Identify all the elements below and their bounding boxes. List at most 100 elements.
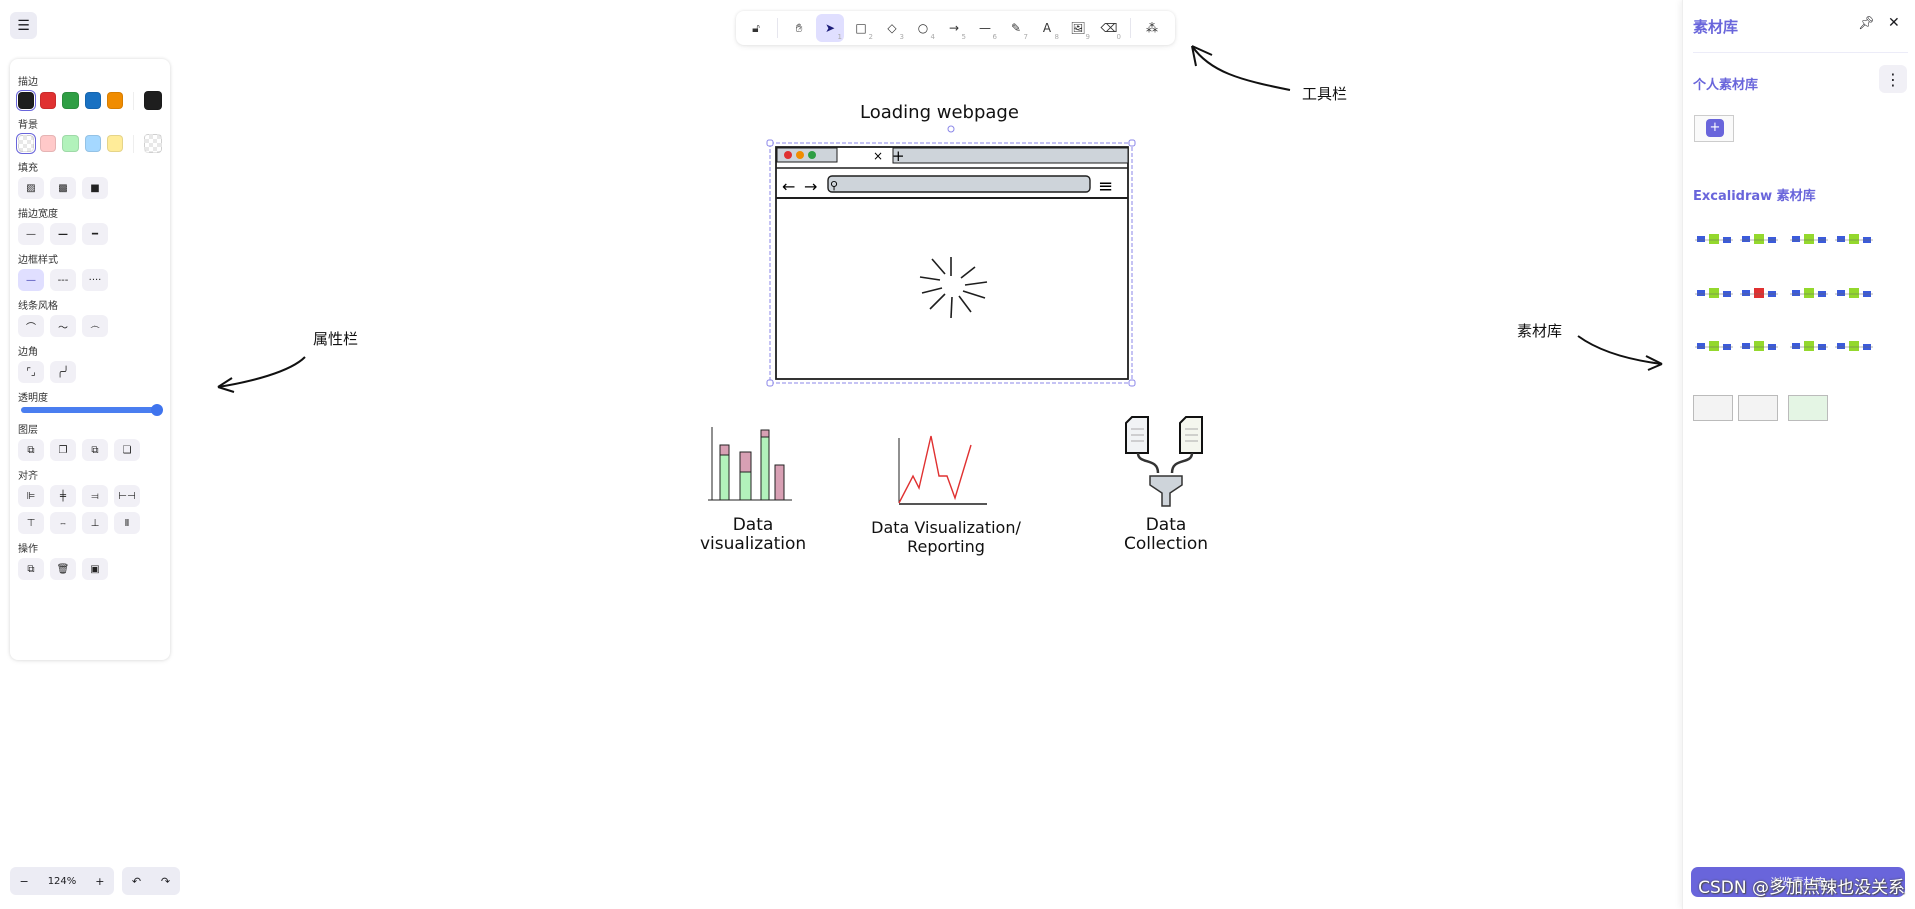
undo-icon[interactable]: ↶	[132, 875, 141, 888]
background-color-swatch[interactable]	[84, 135, 101, 152]
edges-sharp-button[interactable]: ⌜⌟	[18, 361, 44, 383]
tool-text[interactable]: A8	[1033, 14, 1061, 42]
stroke-bold-button[interactable]: —	[50, 223, 76, 245]
annotation-library[interactable]: 素材库	[1517, 320, 1562, 341]
stroke-color-swatch[interactable]	[84, 92, 101, 109]
current-background-color[interactable]	[143, 134, 162, 153]
opacity-slider-handle[interactable]	[151, 404, 163, 416]
library-item[interactable]	[1788, 395, 1830, 421]
tool-arrow[interactable]: → 5	[940, 14, 968, 42]
library-item[interactable]	[1738, 228, 1780, 254]
eraser-icon: ⌫	[1100, 21, 1118, 35]
send-backward-button[interactable]: ❐	[50, 439, 76, 461]
library-item[interactable]	[1693, 335, 1735, 361]
stroke-thin-button[interactable]: —	[18, 223, 44, 245]
library-item[interactable]	[1738, 395, 1780, 421]
tool-ellipse[interactable]: ○ 4	[909, 14, 937, 42]
personal-library-item[interactable]: +	[1694, 115, 1734, 142]
library-item[interactable]	[1693, 228, 1735, 254]
annotation-properties[interactable]: 属性栏	[313, 328, 358, 349]
library-menu-button[interactable]: ⋮	[1879, 65, 1907, 93]
close-button[interactable]: ✕	[1888, 15, 1900, 31]
library-item[interactable]	[1833, 228, 1875, 254]
zoom-in-button[interactable]: +	[95, 875, 104, 888]
library-item[interactable]	[1693, 282, 1735, 308]
tool-rectangle[interactable]: □ 2	[847, 14, 875, 42]
distribute-v-button[interactable]: Ⅱ	[114, 512, 140, 534]
zoom-level[interactable]: 124%	[48, 876, 77, 887]
pin-button[interactable]: 📌︎	[1858, 16, 1875, 31]
personal-library-title: 个人素材库	[1693, 78, 1759, 93]
line-chart-icon[interactable]	[895, 428, 995, 508]
properties-panel: 描边 背景 填充 ▨ ▩ ■ 描边宽度 — — ━ 边框样式 — --- ···· 线条风格…	[10, 59, 170, 660]
bring-to-front-button[interactable]: ❏	[114, 439, 140, 461]
current-stroke-color[interactable]	[143, 91, 162, 110]
divider	[132, 134, 134, 153]
tool-image[interactable]: 🖼︎ 9	[1064, 14, 1092, 42]
library-item[interactable]	[1738, 282, 1780, 308]
lock-button[interactable]: 🔓︎	[742, 14, 770, 42]
library-item[interactable]	[1738, 335, 1780, 361]
distribute-h-button[interactable]: ⊢⊣	[114, 485, 140, 507]
background-color-swatch[interactable]	[62, 135, 79, 152]
stroke-dashed-button[interactable]: ---	[50, 269, 76, 291]
tool-diamond[interactable]: ◇ 3	[878, 14, 906, 42]
library-item[interactable]	[1833, 335, 1875, 361]
annotation-toolbar[interactable]: 工具栏	[1302, 83, 1347, 104]
library-item[interactable]	[1788, 282, 1830, 308]
sloppiness-architect-button[interactable]: ⌒	[18, 315, 44, 337]
main-menu-button[interactable]: ☰	[10, 12, 37, 39]
library-item[interactable]	[1833, 282, 1875, 308]
extra-tools-button[interactable]: ⁂	[1138, 14, 1166, 42]
stroke-color-swatch[interactable]	[106, 92, 123, 109]
align-label: 对齐	[18, 471, 38, 482]
library-item[interactable]	[1788, 335, 1830, 361]
tool-draw[interactable]: ✎ 7	[1002, 14, 1030, 42]
background-color-swatch[interactable]	[15, 133, 37, 154]
stroke-solid-button[interactable]: —	[18, 269, 44, 291]
stroke-dotted-button[interactable]: ····	[82, 269, 108, 291]
zoom-out-button[interactable]: −	[19, 875, 28, 888]
browser-wireframe[interactable]: × + ← → ⚲ ≡	[760, 120, 1150, 390]
close-icon: ✕	[1888, 15, 1900, 31]
align-right-button[interactable]: ⫤	[82, 485, 108, 507]
stroke-color-swatch[interactable]	[15, 90, 37, 111]
delete-button[interactable]: 🗑	[50, 558, 76, 580]
send-to-back-button[interactable]: ⧉	[18, 439, 44, 461]
group-button[interactable]: ▣	[82, 558, 108, 580]
toolbar: 🔓︎ ✋︎ ➤ 1 □ 2 ◇ 3 ○ 4 → 5—6 ✎ 7 A 8 🖼︎ 9 ⌫ 0 ⁂	[736, 11, 1175, 45]
bar-chart-icon[interactable]	[708, 425, 798, 505]
align-left-button[interactable]: ⊫	[18, 485, 44, 507]
more-vertical-icon: ⋮	[1885, 69, 1901, 89]
tool-hand[interactable]: ✋︎	[785, 14, 813, 42]
opacity-slider[interactable]	[21, 404, 163, 416]
svg-text:≡: ≡	[1098, 176, 1113, 197]
fill-hachure-button[interactable]: ▨	[18, 177, 44, 199]
background-color-swatch[interactable]	[40, 135, 57, 152]
sloppiness-cartoonist-button[interactable]: ෴	[82, 315, 108, 337]
tool-eraser[interactable]: ⌫ 0	[1095, 14, 1123, 42]
stroke-color-swatch[interactable]	[40, 92, 57, 109]
align-center-v-button[interactable]: ⧿	[50, 512, 76, 534]
fill-cross-hatch-button[interactable]: ▩	[50, 177, 76, 199]
redo-icon[interactable]: ↷	[161, 875, 170, 888]
data-reporting-label: Data Visualization/Reporting	[856, 518, 1036, 556]
align-bottom-button[interactable]: ⊥	[82, 512, 108, 534]
library-item[interactable]	[1788, 228, 1830, 254]
align-center-h-button[interactable]: ╪	[50, 485, 76, 507]
tool-selection[interactable]: ➤ 1	[816, 14, 844, 42]
stroke-color-swatch[interactable]	[62, 92, 79, 109]
data-collection-icon[interactable]	[1120, 413, 1212, 513]
edges-round-button[interactable]: ╭╯	[50, 361, 76, 383]
arrow-icon: →	[948, 21, 960, 35]
sloppiness-artist-button[interactable]: 〜	[50, 315, 76, 337]
tool-line[interactable]: —6	[971, 14, 999, 42]
bring-forward-button[interactable]: ⧉	[82, 439, 108, 461]
library-panel: 素材库 📌︎ ✕ 个人素材库 ⋮ + Excalidraw 素材库	[1682, 0, 1915, 909]
background-color-swatch[interactable]	[106, 135, 123, 152]
stroke-extra-bold-button[interactable]: ━	[82, 223, 108, 245]
library-item[interactable]	[1693, 395, 1735, 421]
duplicate-button[interactable]: ⧉	[18, 558, 44, 580]
fill-solid-button[interactable]: ■	[82, 177, 108, 199]
align-top-button[interactable]: ⊤	[18, 512, 44, 534]
